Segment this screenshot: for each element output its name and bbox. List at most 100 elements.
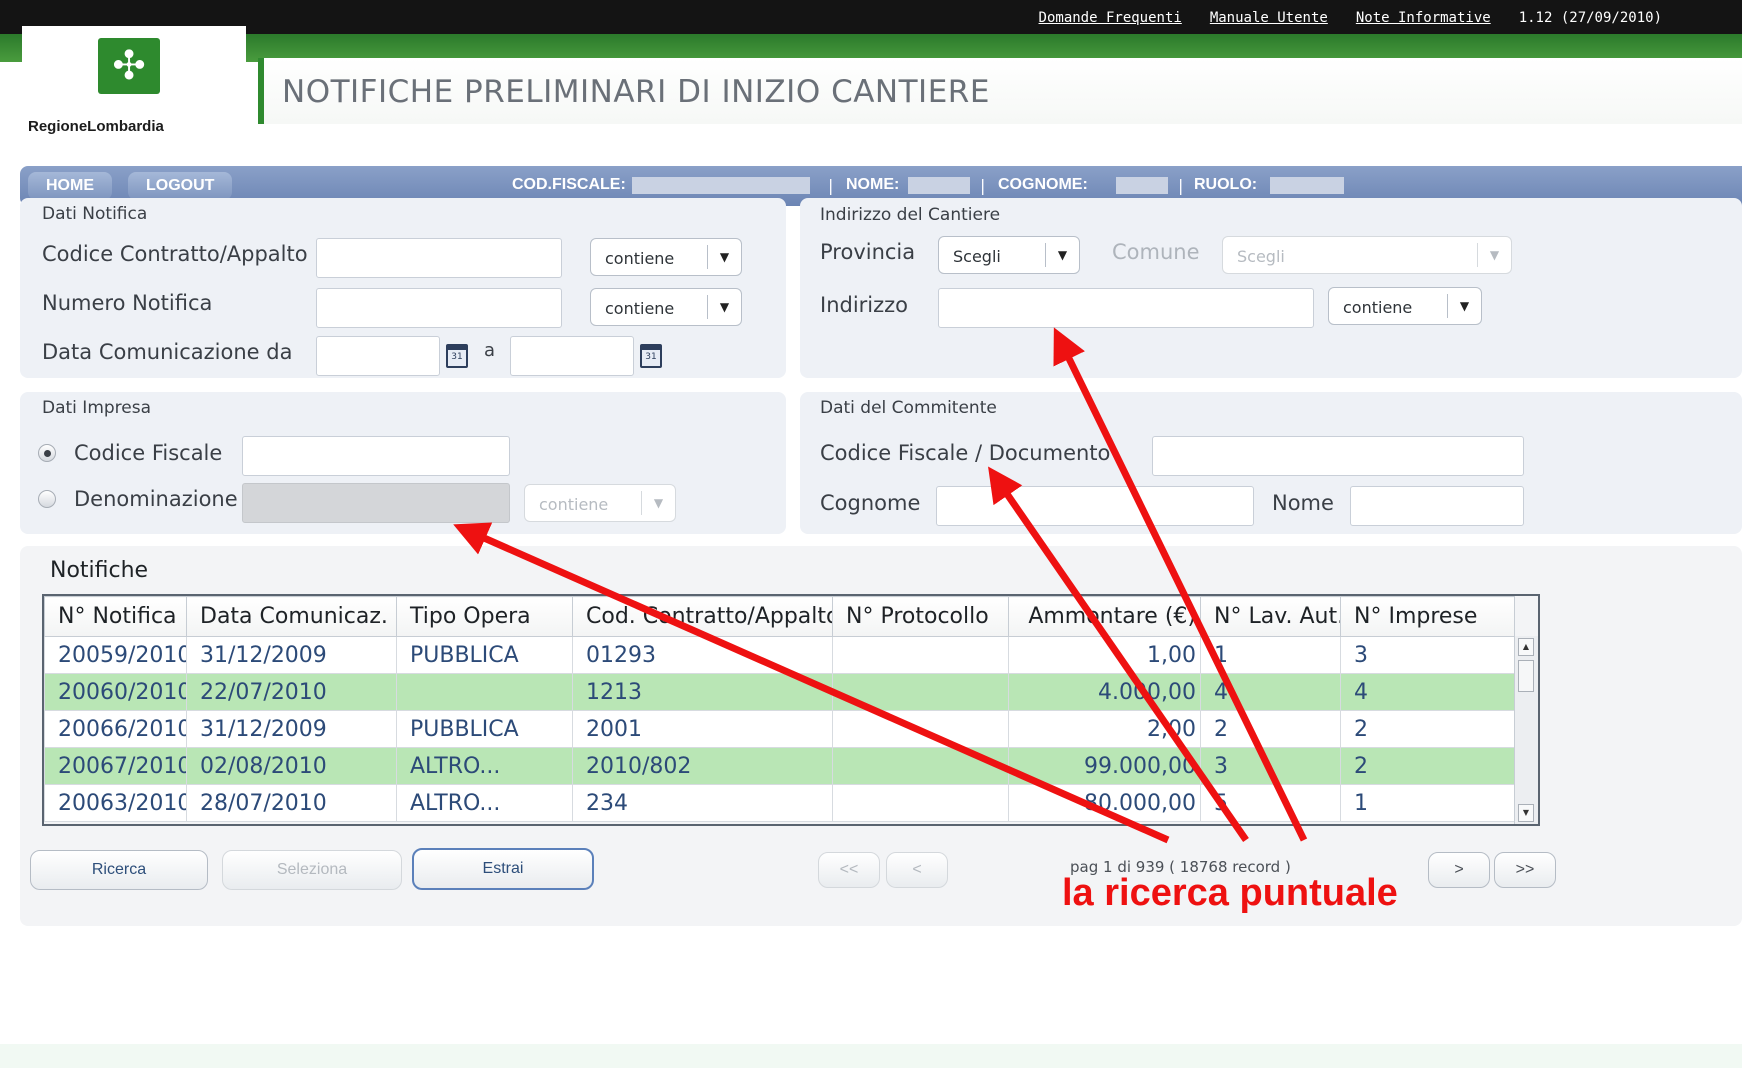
indirizzo-label: Indirizzo (820, 293, 909, 317)
calendar-icon[interactable]: 31 (640, 344, 662, 368)
link-domande-frequenti[interactable]: Domande Frequenti (1039, 10, 1182, 26)
comune-label: Comune (1112, 240, 1200, 264)
home-button[interactable]: HOME (28, 172, 112, 200)
select-value: contiene (605, 299, 675, 318)
logout-button[interactable]: LOGOUT (128, 172, 233, 200)
radio-selected-dot (44, 450, 51, 457)
ruolo-value-redacted (1270, 177, 1344, 194)
nome-value-redacted (908, 177, 970, 194)
column-header[interactable]: Data Comunicaz. (186, 596, 397, 637)
scroll-down-arrow-icon[interactable]: ▼ (1518, 804, 1534, 822)
comune-select[interactable]: Scegli ▼ (1222, 236, 1512, 274)
indirizzo-match-select[interactable]: contiene ▼ (1328, 287, 1482, 325)
table-cell: 2010/802 (572, 747, 833, 785)
table-cell: 5 (1200, 784, 1341, 822)
committente-cognome-input[interactable] (936, 486, 1254, 526)
table-row[interactable]: 20063/2010 28/07/2010 ALTRO... 234 80.00… (44, 784, 1515, 822)
nome-label: NOME: (846, 176, 900, 193)
chevron-down-icon: ▼ (641, 491, 675, 515)
data-comunicazione-label: Data Comunicazione da (42, 340, 293, 364)
column-header[interactable]: N° Notifica (44, 596, 187, 637)
grid-vertical-scrollbar[interactable]: ▲ ▼ (1514, 636, 1538, 824)
denominazione-input[interactable] (242, 483, 510, 523)
table-cell: 20060/2010 (44, 673, 187, 711)
previous-page-button[interactable]: < (886, 852, 948, 888)
table-cell: 28/07/2010 (186, 784, 397, 822)
table-cell: ALTRO... (396, 747, 573, 785)
codfiscale-label: COD.FISCALE: (512, 176, 626, 193)
cognome-value-redacted (1116, 177, 1168, 194)
table-row[interactable]: 20059/2010 31/12/2009 PUBBLICA 01293 1,0… (44, 636, 1515, 674)
table-row[interactable]: 20066/2010 31/12/2009 PUBBLICA 2001 2,00… (44, 710, 1515, 748)
table-cell (832, 747, 1009, 785)
seleziona-button[interactable]: Seleziona (222, 850, 402, 890)
table-cell: 1213 (572, 673, 833, 711)
select-value: contiene (1343, 298, 1413, 317)
codice-contratto-label: Codice Contratto/Appalto (42, 242, 308, 266)
footer-strip (0, 1044, 1742, 1068)
next-page-button[interactable]: > (1428, 852, 1490, 888)
table-cell: 20063/2010 (44, 784, 187, 822)
chevron-down-icon: ▼ (1447, 294, 1481, 318)
top-utility-bar: Domande Frequenti Manuale Utente Note In… (0, 0, 1742, 34)
committente-nome-input[interactable] (1350, 486, 1524, 526)
table-cell: 31/12/2009 (186, 710, 397, 748)
notifiche-title: Notifiche (50, 558, 149, 583)
table-cell (832, 784, 1009, 822)
column-header[interactable]: Cod. Contratto/Appalto (572, 596, 833, 637)
table-cell: 4 (1340, 673, 1515, 711)
column-header[interactable]: N° Imprese (1340, 596, 1515, 637)
last-page-button[interactable]: >> (1494, 852, 1556, 888)
denominazione-match-select[interactable]: contiene ▼ (524, 484, 676, 522)
first-page-button[interactable]: << (818, 852, 880, 888)
column-header[interactable]: Ammontare (€) (1008, 596, 1201, 637)
table-cell: 01293 (572, 636, 833, 674)
link-note-informative[interactable]: Note Informative (1356, 10, 1491, 26)
table-row[interactable]: 20060/2010 22/07/2010 1213 4.000,00 4 4 (44, 673, 1515, 711)
dati-notifica-title: Dati Notifica (42, 204, 148, 224)
select-value: contiene (605, 249, 675, 268)
committente-codice-fiscale-label: Codice Fiscale / Documento (820, 441, 1111, 465)
table-cell: PUBBLICA (396, 636, 573, 674)
committente-codice-fiscale-input[interactable] (1152, 436, 1524, 476)
top-links: Domande Frequenti Manuale Utente Note In… (1039, 10, 1662, 26)
table-cell: 4.000,00 (1008, 673, 1201, 711)
table-cell: 1 (1200, 636, 1341, 674)
calendar-icon[interactable]: 31 (446, 344, 468, 368)
codice-contratto-input[interactable] (316, 238, 562, 278)
data-comunicazione-a-input[interactable] (510, 336, 634, 376)
chevron-down-icon: ▼ (707, 245, 741, 269)
scroll-up-arrow-icon[interactable]: ▲ (1518, 638, 1534, 656)
column-header[interactable]: N° Lav. Aut. (1200, 596, 1341, 637)
table-cell: 20066/2010 (44, 710, 187, 748)
table-cell (396, 673, 573, 711)
table-row[interactable]: 20067/2010 02/08/2010 ALTRO... 2010/802 … (44, 747, 1515, 785)
estrai-button[interactable]: Estrai (412, 848, 594, 890)
provincia-select[interactable]: Scegli ▼ (938, 236, 1080, 274)
numero-notifica-input[interactable] (316, 288, 562, 328)
chevron-down-icon: ▼ (707, 295, 741, 319)
table-cell: 1,00 (1008, 636, 1201, 674)
logo-text: RegionеLombardia (28, 118, 164, 135)
ricerca-button[interactable]: Ricerca (30, 850, 208, 890)
indirizzo-input[interactable] (938, 288, 1314, 328)
scroll-thumb[interactable] (1518, 660, 1534, 692)
denominazione-radio[interactable] (38, 490, 56, 508)
notifiche-table: N° Notifica Data Comunicaz. Tipo Opera C… (44, 596, 1515, 822)
chevron-down-icon: ▼ (1045, 243, 1079, 267)
table-cell: 2 (1340, 710, 1515, 748)
impresa-codice-fiscale-input[interactable] (242, 436, 510, 476)
column-header[interactable]: N° Protocollo (832, 596, 1009, 637)
column-header[interactable]: Tipo Opera (396, 596, 573, 637)
indirizzo-cantiere-title: Indirizzo del Cantiere (820, 205, 1001, 225)
chevron-down-icon: ▼ (1477, 243, 1511, 267)
data-comunicazione-da-input[interactable] (316, 336, 440, 376)
codice-contratto-match-select[interactable]: contiene ▼ (590, 238, 742, 276)
link-manuale-utente[interactable]: Manuale Utente (1210, 10, 1328, 26)
table-cell: ALTRO... (396, 784, 573, 822)
numero-notifica-match-select[interactable]: contiene ▼ (590, 288, 742, 326)
dati-impresa-title: Dati Impresa (42, 398, 152, 418)
version-label: 1.12 (27/09/2010) (1518, 10, 1662, 26)
select-value: contiene (539, 495, 609, 514)
codice-fiscale-radio[interactable] (38, 444, 56, 462)
